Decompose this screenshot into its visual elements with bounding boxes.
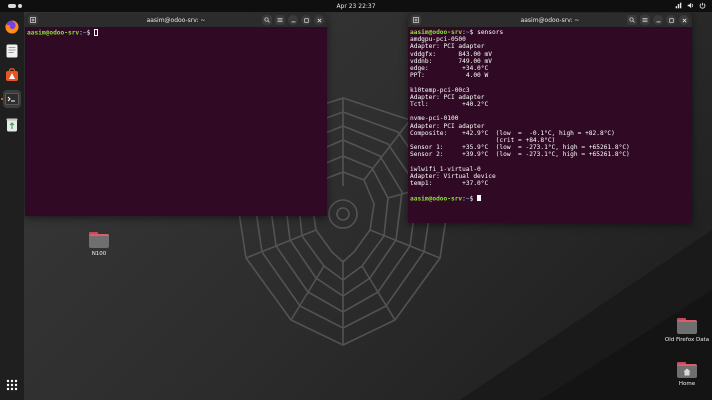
firefox-icon[interactable]: [3, 18, 21, 36]
prompt-user: aasim@odoo-srv: [410, 29, 463, 36]
desktop-icon-label: N100: [91, 251, 107, 257]
terminal-output[interactable]: aasim@odoo-srv:~$: [25, 27, 327, 39]
system-tray[interactable]: [675, 2, 706, 12]
terminal-window-right[interactable]: aasim@odoo-srv: ~ aasim@odoo-srv:~$ sens…: [408, 13, 692, 223]
maximize-button[interactable]: [666, 15, 676, 25]
close-button[interactable]: [679, 15, 689, 25]
desktop-icon-home[interactable]: Home: [662, 362, 712, 387]
prompt-symbol: $: [469, 29, 474, 36]
command-text: sensors: [477, 29, 504, 36]
output-line: Adapter: PCI adapter: [410, 93, 485, 101]
terminal-titlebar[interactable]: aasim@odoo-srv: ~: [25, 13, 327, 27]
terminal-output[interactable]: aasim@odoo-srv:~$ sensors amdgpu-pci-0500…: [408, 27, 692, 204]
search-button[interactable]: [262, 15, 272, 25]
window-title: aasim@odoo-srv: ~: [146, 16, 206, 24]
prompt-line: aasim@odoo-srv:~$: [410, 194, 690, 203]
power-icon[interactable]: [699, 2, 706, 12]
text-cursor: [94, 29, 99, 36]
menu-button[interactable]: [640, 15, 650, 25]
workspace-dot[interactable]: [18, 4, 22, 8]
output-line: temp1: +37.0°C: [410, 180, 489, 188]
desktop-icon-label: Home: [678, 381, 696, 387]
text-editor-icon[interactable]: [3, 42, 21, 60]
network-icon[interactable]: [675, 2, 682, 12]
trash-icon[interactable]: [3, 116, 21, 134]
workspace-indicator[interactable]: [8, 4, 22, 8]
prompt-user: aasim@odoo-srv: [27, 29, 80, 37]
maximize-button[interactable]: [301, 15, 311, 25]
app-center-icon[interactable]: [3, 66, 21, 84]
prompt-symbol: $: [86, 29, 91, 37]
terminal-window-left[interactable]: aasim@odoo-srv: ~ aasim@odoo-srv:~$: [25, 13, 327, 216]
output-line: iwlwifi_1-virtual-0: [410, 165, 481, 173]
output-line: vddgfx: 843.00 mV: [410, 50, 492, 58]
sensors-output: amdgpu-pci-0500 Adapter: PCI adapter vddgf…: [410, 36, 690, 194]
output-line: edge: +34.0°C: [410, 65, 489, 73]
menu-button[interactable]: [275, 15, 285, 25]
command-line: aasim@odoo-srv:~$ sensors: [410, 29, 504, 36]
top-bar: Apr 23 22:37: [0, 0, 712, 12]
output-line: Composite: +42.9°C (low = -0.1°C, high =…: [410, 129, 615, 137]
dock: [0, 12, 24, 400]
output-line: k10temp-pci-00c3: [410, 86, 470, 94]
terminal-icon[interactable]: [3, 90, 21, 108]
terminal-titlebar[interactable]: aasim@odoo-srv: ~: [408, 13, 692, 27]
minimize-button[interactable]: [288, 15, 298, 25]
folder-icon: [89, 232, 109, 248]
desktop-icon-label: Old Firefox Data: [664, 337, 710, 343]
output-line: Sensor 2: +39.9°C (low = -273.1°C, high …: [410, 151, 630, 159]
text-cursor: [477, 194, 482, 202]
home-folder-icon: [677, 362, 697, 378]
output-line: PPT: 4.00 W: [410, 72, 489, 80]
desktop-icon-n100[interactable]: N100: [74, 232, 124, 257]
workspace-dot-active[interactable]: [8, 4, 16, 8]
window-title: aasim@odoo-srv: ~: [520, 16, 580, 24]
output-line: amdgpu-pci-0500: [410, 36, 466, 44]
prompt-symbol: $: [469, 195, 474, 203]
minimize-button[interactable]: [653, 15, 663, 25]
desktop-icon-old-firefox-data[interactable]: Old Firefox Data: [662, 318, 712, 343]
prompt-user: aasim@odoo-srv: [410, 195, 463, 203]
output-line: vddnb: 749.00 mV: [410, 57, 492, 65]
output-line: Tctl: +40.2°C: [410, 101, 489, 109]
output-line: Adapter: PCI adapter: [410, 43, 485, 51]
apps-grid-icon[interactable]: [3, 376, 21, 394]
volume-icon[interactable]: [687, 2, 694, 12]
folder-icon: [677, 318, 697, 334]
clock[interactable]: Apr 23 22:37: [336, 3, 375, 10]
new-tab-button[interactable]: [28, 15, 38, 25]
close-button[interactable]: [314, 15, 324, 25]
new-tab-button[interactable]: [411, 15, 421, 25]
output-line: nvme-pci-0100: [410, 115, 459, 123]
search-button[interactable]: [627, 15, 637, 25]
output-line: Adapter: PCI adapter: [410, 122, 485, 130]
